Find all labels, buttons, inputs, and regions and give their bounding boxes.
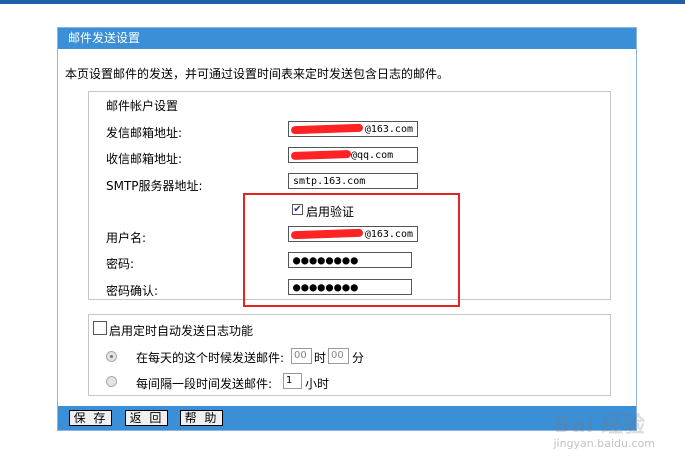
- smtp-server-label: SMTP服务器地址:: [106, 179, 203, 193]
- watermark-logo: Bai 经验: [554, 413, 645, 438]
- interval-input[interactable]: 1: [283, 373, 302, 389]
- hour-unit-label: 时: [314, 351, 327, 365]
- hour-input[interactable]: 00: [291, 348, 312, 364]
- page-description: 本页设置邮件的发送，并可通过设置时间表来定时发送包含日志的邮件。: [65, 67, 450, 81]
- watermark-url: jingyan.baidu.com: [553, 437, 655, 450]
- schedule-group: 启用定时自动发送日志功能 在每天的这个时候发送邮件: 00 时 00 分 每间隔…: [88, 314, 611, 396]
- interval-send-label: 每间隔一段时间发送邮件:: [136, 377, 273, 391]
- help-button[interactable]: 帮 助: [180, 410, 223, 426]
- page-title: 邮件发送设置: [68, 31, 141, 45]
- back-button[interactable]: 返 回: [125, 410, 168, 426]
- highlight-annotation-box: [243, 193, 460, 307]
- enable-schedule-checkbox[interactable]: [93, 321, 107, 335]
- to-address-value: @qq.com: [351, 150, 394, 161]
- panel-titlebar: 邮件发送设置: [58, 28, 636, 49]
- save-button[interactable]: 保 存: [69, 410, 112, 426]
- minute-unit-label: 分: [352, 351, 365, 365]
- from-address-value: @163.com: [364, 124, 413, 135]
- interval-unit-label: 小时: [305, 377, 330, 391]
- interval-send-radio[interactable]: [106, 376, 117, 387]
- smtp-server-value: smtp.163.com: [293, 176, 366, 187]
- top-border-line: [0, 0, 685, 4]
- password-label: 密码:: [106, 257, 135, 271]
- bottom-toolbar: 保 存 返 回 帮 助: [58, 406, 636, 430]
- mail-settings-panel: 邮件发送设置 本页设置邮件的发送，并可通过设置时间表来定时发送包含日志的邮件。 …: [57, 27, 637, 431]
- to-address-label: 收信邮箱地址:: [106, 152, 183, 166]
- from-address-label: 发信邮箱地址:: [106, 126, 183, 140]
- daily-send-radio[interactable]: [106, 351, 117, 362]
- smtp-server-input[interactable]: smtp.163.com: [288, 173, 418, 189]
- minute-input[interactable]: 00: [328, 348, 349, 364]
- enable-schedule-label: 启用定时自动发送日志功能: [109, 324, 254, 338]
- password-confirm-label: 密码确认:: [106, 284, 159, 298]
- account-group-legend: 邮件帐户设置: [106, 99, 179, 113]
- username-label: 用户名:: [106, 231, 147, 245]
- daily-send-label: 在每天的这个时候发送邮件:: [136, 351, 285, 365]
